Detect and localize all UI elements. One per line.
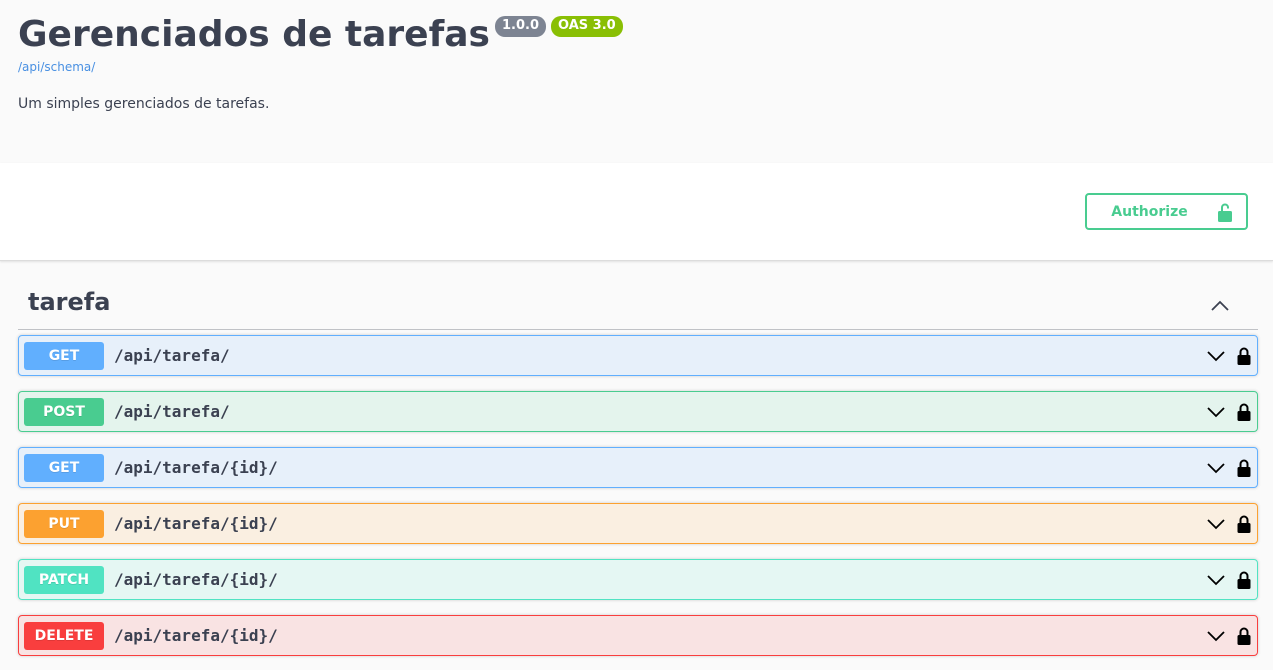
chevron-up-icon[interactable] xyxy=(1210,299,1230,311)
method-badge: GET xyxy=(24,341,104,370)
operation-patch-tarefa-id[interactable]: PATCH /api/tarefa/{id}/ xyxy=(18,559,1258,600)
scheme-container: Authorize xyxy=(0,163,1273,261)
operation-path: /api/tarefa/{id}/ xyxy=(114,570,278,589)
api-description: Um simples gerenciados de tarefas. xyxy=(18,96,270,112)
lock-icon[interactable] xyxy=(1237,627,1251,645)
tag-name: tarefa xyxy=(28,288,111,316)
chevron-down-icon[interactable] xyxy=(1206,630,1226,642)
operation-path: /api/tarefa/{id}/ xyxy=(114,458,278,477)
version-badge: 1.0.0 xyxy=(494,16,546,37)
chevron-down-icon[interactable] xyxy=(1206,462,1226,474)
operation-path: /api/tarefa/{id}/ xyxy=(114,514,278,533)
method-badge: DELETE xyxy=(24,621,104,650)
operation-get-tarefa-list[interactable]: GET /api/tarefa/ xyxy=(18,335,1258,376)
operation-list: GET /api/tarefa/ POST /api/tarefa/ GET /… xyxy=(18,335,1258,656)
api-title: Gerenciados de tarefas xyxy=(18,14,490,55)
authorize-label: Authorize xyxy=(1111,203,1188,220)
method-badge: PUT xyxy=(24,509,104,538)
chevron-down-icon[interactable] xyxy=(1206,406,1226,418)
operation-path: /api/tarefa/ xyxy=(114,346,230,365)
tag-header-tarefa[interactable]: tarefa xyxy=(18,261,1258,330)
oas-badge: OAS 3.0 xyxy=(551,16,623,37)
method-badge: PATCH xyxy=(24,565,104,594)
operation-path: /api/tarefa/{id}/ xyxy=(114,626,278,645)
operation-path: /api/tarefa/ xyxy=(114,402,230,421)
lock-icon[interactable] xyxy=(1237,403,1251,421)
chevron-down-icon[interactable] xyxy=(1206,574,1226,586)
title-row: Gerenciados de tarefas 1.0.0 OAS 3.0 xyxy=(18,13,1255,57)
chevron-down-icon[interactable] xyxy=(1206,518,1226,530)
authorize-button[interactable]: Authorize xyxy=(1085,193,1248,230)
method-badge: POST xyxy=(24,397,104,426)
lock-icon[interactable] xyxy=(1237,459,1251,477)
operation-put-tarefa-id[interactable]: PUT /api/tarefa/{id}/ xyxy=(18,503,1258,544)
lock-icon[interactable] xyxy=(1237,347,1251,365)
operation-delete-tarefa-id[interactable]: DELETE /api/tarefa/{id}/ xyxy=(18,615,1258,656)
unlock-icon xyxy=(1217,203,1232,222)
operations-section: tarefa GET /api/tarefa/ POST /api/tarefa… xyxy=(0,261,1273,670)
lock-icon[interactable] xyxy=(1237,515,1251,533)
api-info-section: Gerenciados de tarefas 1.0.0 OAS 3.0 /ap… xyxy=(0,0,1273,163)
chevron-down-icon[interactable] xyxy=(1206,350,1226,362)
operation-get-tarefa-id[interactable]: GET /api/tarefa/{id}/ xyxy=(18,447,1258,488)
lock-icon[interactable] xyxy=(1237,571,1251,589)
method-badge: GET xyxy=(24,453,104,482)
schema-link[interactable]: /api/schema/ xyxy=(18,59,1255,75)
operation-post-tarefa[interactable]: POST /api/tarefa/ xyxy=(18,391,1258,432)
